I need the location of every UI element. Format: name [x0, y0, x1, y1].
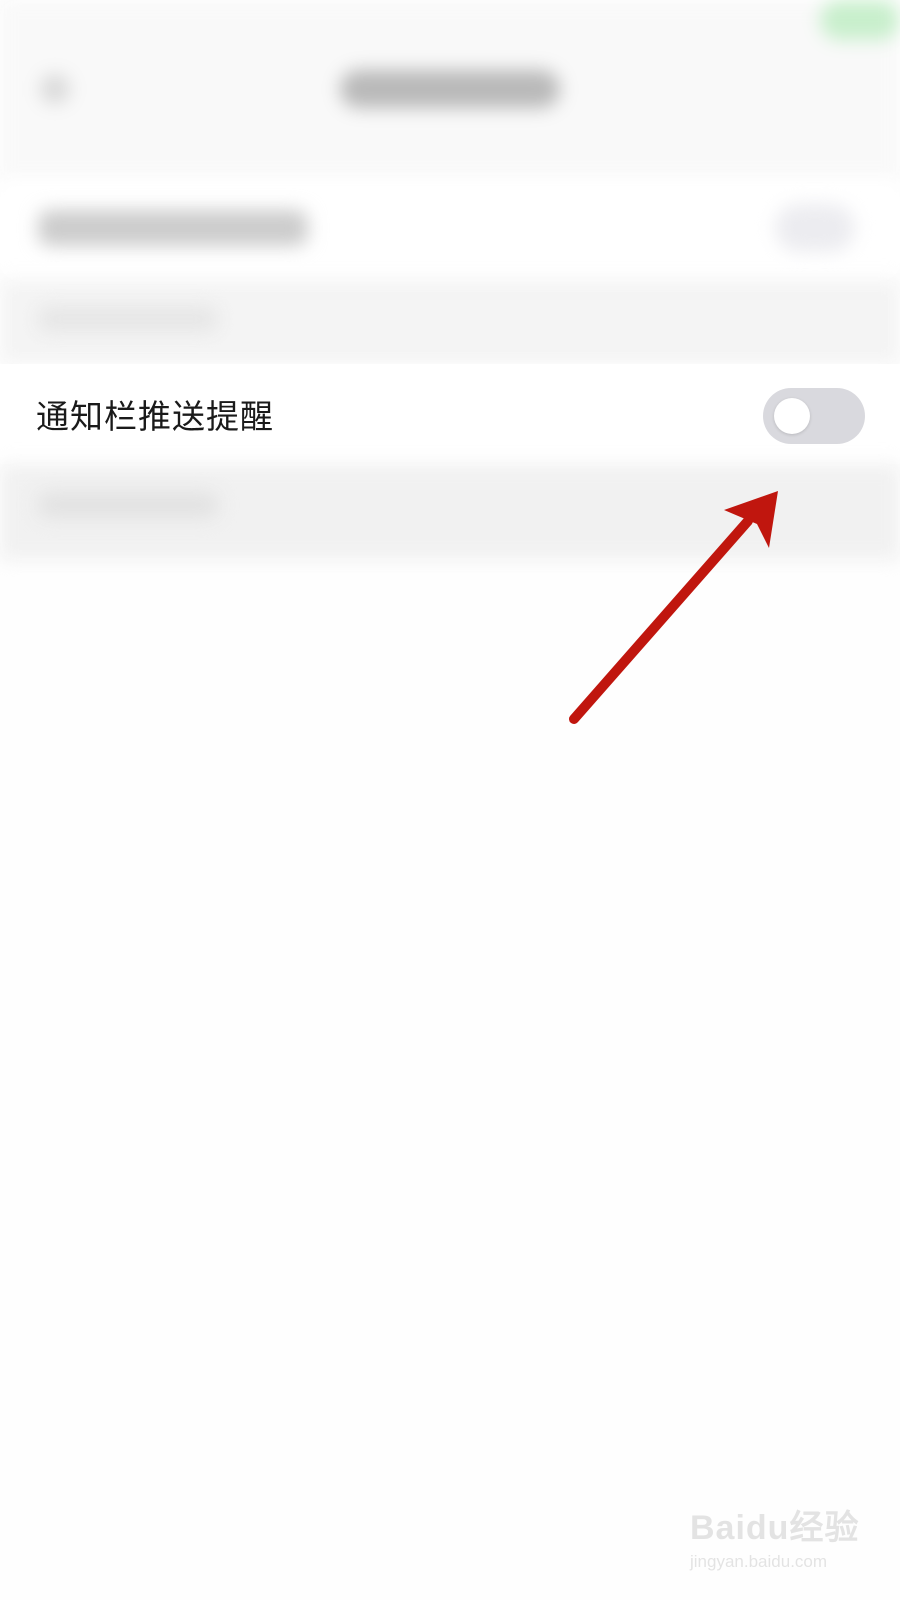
back-icon[interactable] [40, 74, 70, 104]
section-header-text-redacted [38, 306, 218, 332]
notification-push-toggle[interactable] [763, 388, 865, 444]
setting-label: 通知栏推送提醒 [36, 397, 274, 436]
page-title-redacted [340, 70, 560, 108]
baidu-watermark: Baidu经验 jingyan.baidu.com [690, 1500, 870, 1590]
settings-screen: 通知栏推送提醒 Baidu经验 jingyan.baidu.com [0, 0, 900, 1600]
setting-row-notification-push: 通知栏推送提醒 [0, 364, 900, 464]
setting-label-redacted [38, 210, 308, 246]
status-indicator-blurred [820, 0, 900, 40]
watermark-logo: Baidu经验 [690, 1509, 860, 1547]
toggle-knob [774, 398, 810, 434]
watermark-url: jingyan.baidu.com [690, 1552, 828, 1571]
toggle-switch-blurred[interactable] [775, 204, 855, 252]
nav-bar-blurred [0, 0, 900, 180]
section-footer-text-redacted [38, 492, 218, 518]
